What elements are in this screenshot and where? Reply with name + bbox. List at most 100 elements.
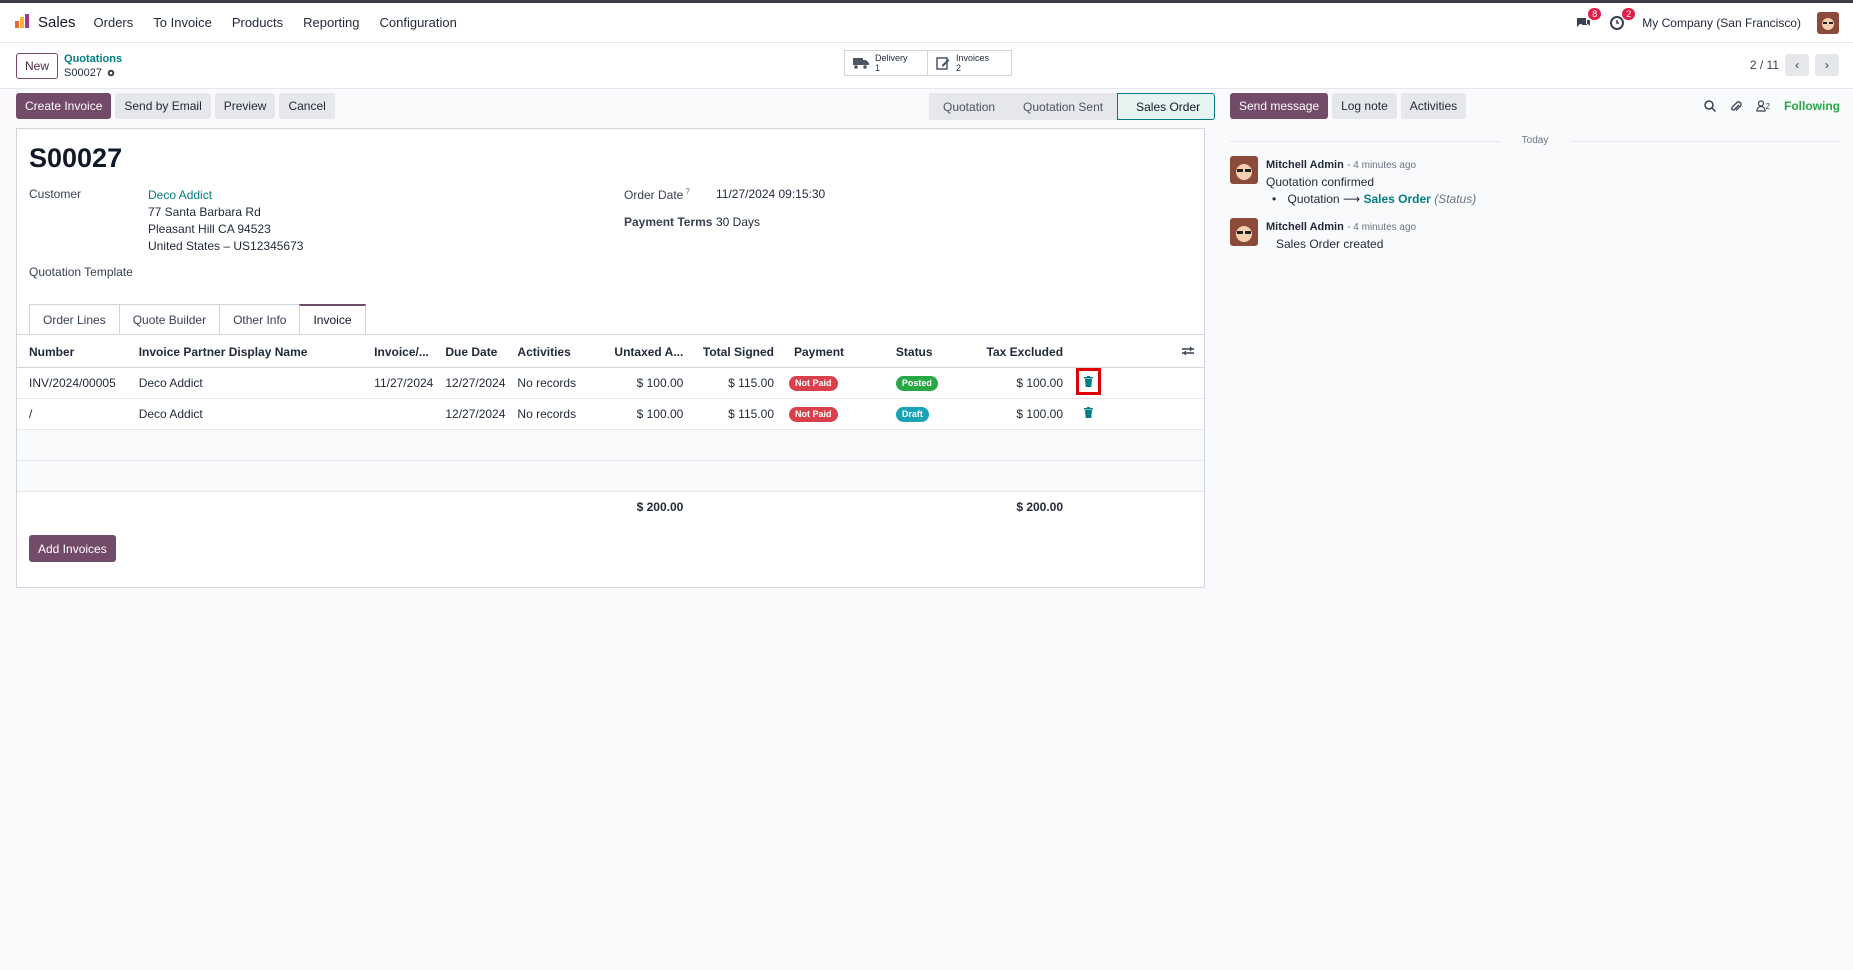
search-icon[interactable] bbox=[1703, 100, 1716, 112]
invoices-label: Invoices bbox=[956, 53, 990, 63]
avatar[interactable] bbox=[1230, 156, 1258, 184]
tab-quote-builder[interactable]: Quote Builder bbox=[118, 304, 221, 334]
add-invoices-button[interactable]: Add Invoices bbox=[29, 535, 116, 562]
arrow-right-icon: ⟶ bbox=[1342, 192, 1364, 206]
cell-activities[interactable]: No records bbox=[505, 367, 601, 399]
tab-other-info[interactable]: Other Info bbox=[219, 304, 301, 334]
app-brand[interactable]: Sales bbox=[14, 13, 76, 32]
col-number[interactable]: Number bbox=[17, 337, 127, 368]
delete-row-button[interactable] bbox=[1076, 367, 1102, 395]
avatar[interactable] bbox=[1230, 218, 1258, 246]
tab-invoice[interactable]: Invoice bbox=[299, 304, 366, 334]
delivery-smart-button[interactable]: Delivery 1 bbox=[844, 50, 928, 76]
table-row[interactable]: INV/2024/00005 Deco Addict 11/27/2024 12… bbox=[17, 367, 1204, 399]
main-navbar: Sales Orders To Invoice Products Reporti… bbox=[0, 3, 1853, 43]
nav-menu: Orders To Invoice Products Reporting Con… bbox=[94, 15, 457, 30]
cell-invoice-date: 11/27/2024 bbox=[362, 367, 434, 399]
tab-order-lines[interactable]: Order Lines bbox=[29, 304, 120, 334]
cell-total: $ 115.00 bbox=[691, 367, 782, 399]
bullet: • bbox=[1272, 192, 1277, 206]
status-sales-order[interactable]: Sales Order bbox=[1117, 93, 1216, 120]
cell-partner: Deco Addict bbox=[126, 367, 363, 399]
col-total-signed[interactable]: Total Signed bbox=[691, 337, 782, 368]
quotation-template-label: Quotation Template bbox=[29, 265, 133, 279]
gear-icon[interactable] bbox=[106, 68, 116, 78]
status-quotation[interactable]: Quotation bbox=[929, 93, 1010, 120]
order-date-value[interactable]: 11/27/2024 09:15:30 bbox=[716, 187, 825, 201]
message-time: - 4 minutes ago bbox=[1347, 222, 1417, 233]
activities-button[interactable]: 2 bbox=[1608, 7, 1636, 32]
col-partner[interactable]: Invoice Partner Display Name bbox=[126, 337, 363, 368]
messages-badge: 8 bbox=[1588, 7, 1602, 20]
pager: 2 / 11 ‹ › bbox=[1750, 54, 1839, 76]
payment-terms-value[interactable]: 30 Days bbox=[716, 215, 760, 229]
nav-item-to-invoice[interactable]: To Invoice bbox=[153, 15, 212, 30]
following-button[interactable]: Following bbox=[1784, 99, 1840, 113]
col-activities[interactable]: Activities bbox=[505, 337, 601, 368]
message-author[interactable]: Mitchell Admin bbox=[1266, 159, 1344, 171]
cell-invoice-date bbox=[362, 398, 434, 430]
chatter-icons: 2 Following bbox=[1703, 99, 1840, 113]
cell-untaxed: $ 100.00 bbox=[600, 398, 692, 430]
col-payment[interactable]: Payment bbox=[782, 337, 884, 368]
table-row[interactable]: / Deco Addict 12/27/2024 No records $ 10… bbox=[17, 398, 1204, 430]
pager-next-button[interactable]: › bbox=[1815, 54, 1839, 76]
cancel-button[interactable]: Cancel bbox=[279, 93, 335, 119]
cell-payment: Not Paid bbox=[782, 367, 884, 399]
col-tax-excluded[interactable]: Tax Excluded bbox=[986, 337, 1072, 368]
form-sheet: S00027 Customer Deco Addict 77 Santa Bar… bbox=[16, 128, 1205, 588]
cell-total: $ 115.00 bbox=[691, 398, 782, 430]
breadcrumb-quotations[interactable]: Quotations bbox=[64, 52, 122, 66]
payment-status-badge: Not Paid bbox=[789, 406, 838, 422]
breadcrumb-current-label: S00027 bbox=[64, 66, 102, 79]
pager-previous-button[interactable]: ‹ bbox=[1785, 54, 1809, 76]
status-quotation-sent[interactable]: Quotation Sent bbox=[1009, 93, 1118, 120]
nav-item-reporting[interactable]: Reporting bbox=[303, 15, 359, 30]
customer-address-line1: 77 Santa Barbara Rd bbox=[148, 205, 261, 219]
user-avatar[interactable] bbox=[1817, 11, 1839, 34]
message-text: Quotation confirmed bbox=[1266, 175, 1375, 189]
col-invoice-date[interactable]: Invoice/... bbox=[362, 337, 434, 368]
app-name: Sales bbox=[38, 14, 76, 31]
col-untaxed[interactable]: Untaxed A... bbox=[600, 337, 692, 368]
smart-buttons: Delivery 1 Invoices 2 bbox=[844, 50, 1012, 76]
messages-button[interactable]: 8 bbox=[1574, 7, 1602, 32]
nav-item-orders[interactable]: Orders bbox=[94, 15, 134, 30]
send-by-email-button[interactable]: Send by Email bbox=[115, 93, 211, 119]
payment-status-badge: Not Paid bbox=[789, 375, 838, 391]
chatter-message: Mitchell Admin - 4 minutes ago Quotation… bbox=[1230, 156, 1840, 208]
delivery-count: 1 bbox=[875, 63, 881, 73]
send-message-button[interactable]: Send message bbox=[1230, 93, 1329, 119]
log-note-button[interactable]: Log note bbox=[1332, 93, 1397, 119]
company-switcher[interactable]: My Company (San Francisco) bbox=[1642, 16, 1801, 30]
tab-divider bbox=[17, 334, 1204, 335]
nav-item-products[interactable]: Products bbox=[232, 15, 283, 30]
chatter-message: Mitchell Admin - 4 minutes ago Sales Ord… bbox=[1230, 218, 1840, 253]
delete-row-button[interactable] bbox=[1084, 406, 1094, 418]
paperclip-icon[interactable] bbox=[1730, 100, 1742, 113]
new-button[interactable]: New bbox=[16, 52, 59, 79]
tracking-old-value: Quotation bbox=[1287, 192, 1340, 206]
tracking-value: • Quotation ⟶ Sales Order (Status) bbox=[1272, 191, 1476, 208]
followers-button[interactable]: 2 bbox=[1755, 100, 1770, 112]
nav-item-configuration[interactable]: Configuration bbox=[380, 15, 457, 30]
order-date-label: Order Date? bbox=[624, 187, 690, 202]
message-author[interactable]: Mitchell Admin bbox=[1266, 221, 1344, 233]
activities-chatter-button[interactable]: Activities bbox=[1400, 93, 1467, 119]
preview-button[interactable]: Preview bbox=[214, 93, 276, 119]
chevron-left-icon: ‹ bbox=[1795, 58, 1799, 72]
col-due-date[interactable]: Due Date bbox=[433, 337, 506, 368]
col-status[interactable]: Status bbox=[883, 337, 987, 368]
invoices-smart-button[interactable]: Invoices 2 bbox=[928, 50, 1012, 76]
cell-status: Draft bbox=[883, 398, 987, 430]
create-invoice-button[interactable]: Create Invoice bbox=[16, 93, 112, 119]
customer-link[interactable]: Deco Addict bbox=[148, 188, 212, 202]
tracking-new-value: Sales Order bbox=[1363, 192, 1431, 206]
activities-badge: 2 bbox=[1622, 7, 1636, 20]
help-icon[interactable]: ? bbox=[685, 187, 689, 196]
pager-value[interactable]: 2 / 11 bbox=[1750, 58, 1779, 72]
cell-activities[interactable]: No records bbox=[505, 398, 601, 430]
message-time: - 4 minutes ago bbox=[1347, 160, 1417, 171]
column-settings-button[interactable] bbox=[1120, 337, 1204, 368]
sliders-icon bbox=[1182, 346, 1194, 356]
